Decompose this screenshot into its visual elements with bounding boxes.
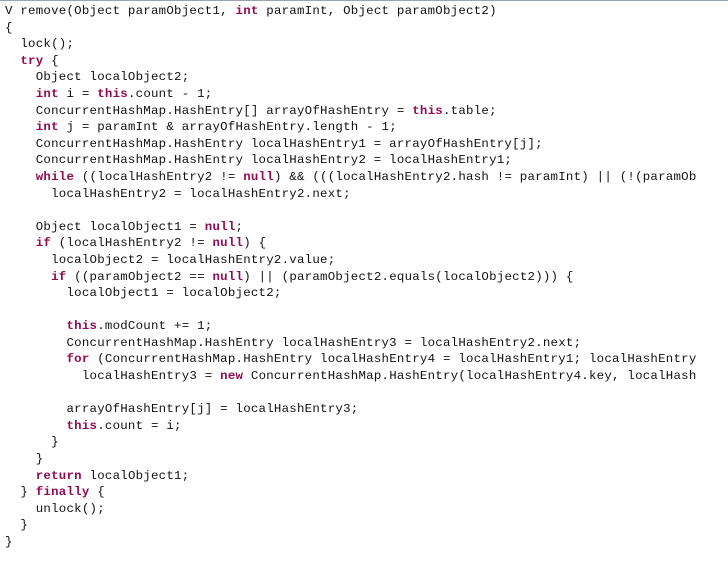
code-editor-view[interactable]: V remove(Object paramObject1, int paramI…	[0, 0, 728, 568]
code-line: return localObject1;	[35, 468, 190, 483]
code-line: localObject2 = localHashEntry2.value;	[5, 252, 336, 267]
code-line: localObject1 = localObject2;	[5, 286, 282, 301]
code-line: ConcurrentHashMap.HashEntry localHashEnt…	[5, 136, 543, 151]
code-line: unlock();	[5, 501, 105, 516]
code-line: arrayOfHashEntry[j] = localHashEntry3;	[5, 402, 359, 417]
code-line: localHashEntry2 = localHashEntry2.next;	[5, 186, 351, 201]
code-line: this.modCount += 1;	[66, 319, 213, 334]
code-line: if ((paramObject2 == null) || (paramObje…	[51, 269, 574, 284]
code-line: this.count = i;	[66, 418, 182, 433]
code-line: ConcurrentHashMap.HashEntry[] arrayOfHas…	[5, 103, 497, 118]
code-line-list: V remove(Object paramObject1, int paramI…	[0, 3, 728, 551]
code-line: while ((localHashEntry2 != null) && (((l…	[35, 169, 697, 184]
code-line: if (localHashEntry2 != null) {	[35, 236, 267, 251]
code-line: }	[5, 435, 59, 450]
code-line: ConcurrentHashMap.HashEntry localHashEnt…	[5, 153, 513, 168]
code-line: int j = paramInt & arrayOfHashEntry.leng…	[35, 120, 397, 135]
code-line: int i = this.count - 1;	[35, 86, 213, 101]
code-line: try {	[20, 53, 59, 68]
code-line: }	[5, 452, 44, 467]
code-line: {	[5, 20, 13, 35]
code-line: lock();	[5, 37, 75, 52]
code-line: ConcurrentHashMap.HashEntry localHashEnt…	[5, 335, 582, 350]
code-line: Object localObject1 = null;	[5, 219, 244, 234]
code-line: }	[5, 535, 13, 549]
code-line: localHashEntry3 = new ConcurrentHashMap.…	[5, 369, 697, 384]
code-line: } finally {	[5, 485, 105, 500]
code-line: Object localObject2;	[5, 70, 190, 85]
code-line: V remove(Object paramObject1, int paramI…	[5, 4, 497, 18]
code-line: }	[5, 518, 29, 533]
code-line: for (ConcurrentHashMap.HashEntry localHa…	[66, 352, 697, 367]
